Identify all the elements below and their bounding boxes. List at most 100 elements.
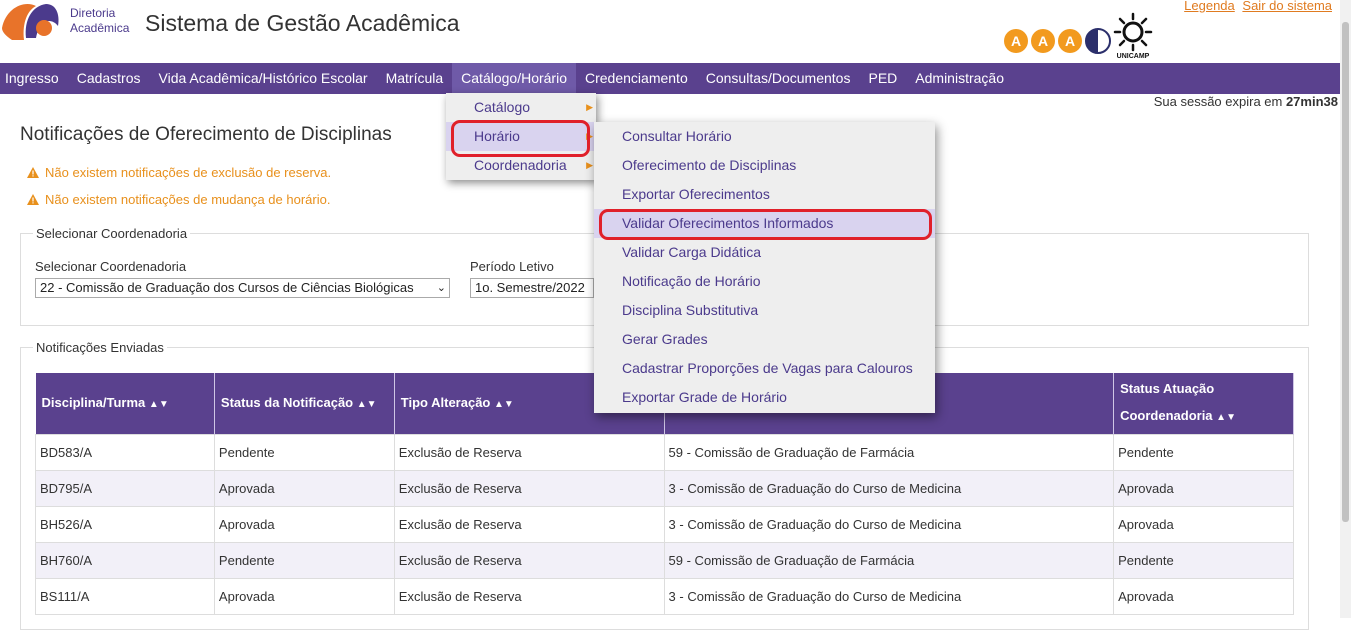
cell-status-atuacao: Aprovada bbox=[1113, 469, 1294, 507]
cell-coordenadoria: 3 - Comissão de Graduação do Curso de Me… bbox=[663, 505, 1115, 543]
font-size-a-medium-button[interactable]: A bbox=[1031, 29, 1055, 53]
font-size-a-small-button[interactable]: A bbox=[1004, 29, 1028, 53]
coord-select[interactable]: 22 - Comissão de Graduação dos Cursos de… bbox=[35, 278, 450, 298]
unicamp-text: UNICAMP bbox=[1117, 53, 1150, 60]
diretoria-academica-logo bbox=[2, 4, 59, 40]
session-timer: Sua sessão expira em 27min38 bbox=[1154, 94, 1338, 109]
nav-ingresso[interactable]: Ingresso bbox=[0, 63, 68, 94]
period-select[interactable]: 1o. Semestre/2022 bbox=[470, 278, 594, 298]
coord-select-value: 22 - Comissão de Graduação dos Cursos de… bbox=[40, 280, 414, 295]
session-text: Sua sessão expira em bbox=[1153, 94, 1286, 109]
menu-item-coordenadoria[interactable]: Coordenadoria ▶ bbox=[446, 151, 596, 180]
app-title: Sistema de Gestão Acadêmica bbox=[145, 10, 460, 36]
menu-item-oferecimento-disciplinas[interactable]: Oferecimento de Disciplinas bbox=[594, 151, 935, 180]
cell-coordenadoria: 3 - Comissão de Graduação do Curso de Me… bbox=[663, 577, 1115, 615]
font-size-a-large-button[interactable]: A bbox=[1058, 29, 1082, 53]
submenu-arrow-icon: ▶ bbox=[586, 131, 593, 141]
col-status-notificacao[interactable]: Status da Notificação ▲▼ bbox=[214, 373, 395, 434]
cell-status: Aprovada bbox=[213, 505, 395, 543]
scrollbar-thumb[interactable] bbox=[1342, 22, 1349, 522]
cell-tipo: Exclusão de Reserva bbox=[393, 469, 665, 507]
sort-icon: ▲▼ bbox=[148, 398, 169, 410]
horario-submenu: Consultar Horário Oferecimento de Discip… bbox=[594, 122, 935, 413]
cell-coordenadoria: 59 - Comissão de Graduação de Farmácia bbox=[663, 433, 1115, 471]
cell-status: Aprovada bbox=[213, 469, 395, 507]
cell-coordenadoria: 3 - Comissão de Graduação do Curso de Me… bbox=[663, 469, 1115, 507]
menu-item-exportar-oferecimentos[interactable]: Exportar Oferecimentos bbox=[594, 180, 935, 209]
menu-item-disciplina-substitutiva[interactable]: Disciplina Substitutiva bbox=[594, 296, 935, 325]
sort-icon: ▲▼ bbox=[1216, 412, 1236, 424]
cell-disciplina: BD795/A bbox=[35, 469, 215, 507]
table-row: BD583/A Pendente Exclusão de Reserva 59 … bbox=[35, 433, 1294, 471]
warning-reserve: Não existem notificações de exclusão de … bbox=[27, 165, 331, 180]
header: Diretoria Acadêmica Sistema de Gestão Ac… bbox=[0, 0, 1340, 63]
cell-status-atuacao: Pendente bbox=[1113, 433, 1294, 471]
coord-select-label: Selecionar Coordenadoria bbox=[35, 259, 187, 274]
col-disciplina-turma[interactable]: Disciplina/Turma ▲▼ bbox=[35, 373, 215, 434]
chevron-down-icon: ⌄ bbox=[436, 282, 446, 294]
unicamp-logo: UNICAMP bbox=[1113, 12, 1153, 60]
cell-tipo: Exclusão de Reserva bbox=[393, 433, 665, 471]
cell-tipo: Exclusão de Reserva bbox=[393, 541, 665, 579]
menu-item-validar-oferecimentos[interactable]: Validar Oferecimentos Informados bbox=[594, 209, 935, 238]
table-row: BS111/A Aprovada Exclusão de Reserva 3 -… bbox=[35, 577, 1294, 615]
cell-status-atuacao: Aprovada bbox=[1113, 577, 1294, 615]
page-title: Notificações de Oferecimento de Discipli… bbox=[20, 124, 392, 145]
menu-item-proporcoes-vagas[interactable]: Cadastrar Proporções de Vagas para Calou… bbox=[594, 354, 935, 383]
cell-tipo: Exclusão de Reserva bbox=[393, 505, 665, 543]
cell-tipo: Exclusão de Reserva bbox=[393, 577, 665, 615]
cell-status-atuacao: Aprovada bbox=[1113, 505, 1294, 543]
warning-reserve-text: Não existem notificações de exclusão de … bbox=[45, 165, 332, 180]
cell-disciplina: BH526/A bbox=[35, 505, 215, 543]
menu-item-validar-carga-didatica[interactable]: Validar Carga Didática bbox=[594, 238, 935, 267]
nav-catalogo-horario[interactable]: Catálogo/Horário bbox=[452, 63, 576, 94]
warning-schedule-text: Não existem notificações de mudança de h… bbox=[45, 192, 331, 207]
submenu-arrow-icon: ▶ bbox=[586, 102, 593, 112]
submenu-arrow-icon: ▶ bbox=[586, 160, 593, 170]
menu-item-horario[interactable]: Horário ▶ bbox=[446, 122, 596, 151]
top-links: Legenda Sair do sistema bbox=[1180, 0, 1332, 13]
col-status-atuacao[interactable]: Status Atuação Coordenadoria ▲▼ bbox=[1113, 373, 1294, 434]
cell-status: Aprovada bbox=[213, 577, 395, 615]
cell-disciplina: BD583/A bbox=[35, 433, 215, 471]
warning-schedule: Não existem notificações de mudança de h… bbox=[27, 192, 330, 207]
page-scrollbar[interactable] bbox=[1340, 0, 1351, 618]
menu-item-notificacao-horario[interactable]: Notificação de Horário bbox=[594, 267, 935, 296]
nav-matricula[interactable]: Matrícula bbox=[377, 63, 453, 94]
sort-icon: ▲▼ bbox=[494, 398, 514, 410]
period-select-value: 1o. Semestre/2022 bbox=[475, 280, 585, 295]
contrast-toggle-icon[interactable] bbox=[1085, 28, 1111, 54]
table-row: BH526/A Aprovada Exclusão de Reserva 3 -… bbox=[35, 505, 1294, 543]
cell-status: Pendente bbox=[213, 541, 395, 579]
cell-disciplina: BH760/A bbox=[35, 541, 215, 579]
nav-vida-academica[interactable]: Vida Acadêmica/Histórico Escolar bbox=[150, 63, 377, 94]
main-nav: Ingresso Cadastros Vida Acadêmica/Histór… bbox=[0, 63, 1340, 94]
menu-item-exportar-grade[interactable]: Exportar Grade de Horário bbox=[594, 383, 935, 412]
menu-item-catalogo[interactable]: Catálogo ▶ bbox=[446, 93, 596, 122]
diretoria-line1: Diretoria bbox=[70, 6, 116, 20]
table-row: BD795/A Aprovada Exclusão de Reserva 3 -… bbox=[35, 469, 1294, 507]
cell-disciplina: BS111/A bbox=[35, 577, 215, 615]
warning-icon bbox=[27, 167, 39, 178]
diretoria-line2: Acadêmica bbox=[70, 21, 130, 35]
cell-status-atuacao: Pendente bbox=[1113, 541, 1294, 579]
cell-status: Pendente bbox=[213, 433, 395, 471]
menu-item-gerar-grades[interactable]: Gerar Grades bbox=[594, 325, 935, 354]
catalogo-horario-menu: Catálogo ▶ Horário ▶ Coordenadoria ▶ bbox=[446, 93, 596, 180]
notifications-legend: Notificações Enviadas bbox=[36, 340, 164, 355]
nav-consultas-documentos[interactable]: Consultas/Documentos bbox=[697, 63, 860, 94]
period-select-label: Período Letivo bbox=[470, 259, 554, 274]
sort-icon: ▲▼ bbox=[356, 398, 377, 410]
session-time: 27min38 bbox=[1285, 94, 1338, 109]
cell-coordenadoria: 59 - Comissão de Graduação de Farmácia bbox=[663, 541, 1115, 579]
diretoria-label: Diretoria Acadêmica bbox=[70, 6, 129, 36]
logout-link[interactable]: Sair do sistema bbox=[1242, 0, 1332, 13]
nav-ped[interactable]: PED bbox=[859, 63, 906, 94]
nav-administracao[interactable]: Administração bbox=[906, 63, 1013, 94]
nav-credenciamento[interactable]: Credenciamento bbox=[576, 63, 697, 94]
table-row: BH760/A Pendente Exclusão de Reserva 59 … bbox=[35, 541, 1294, 579]
menu-item-consultar-horario[interactable]: Consultar Horário bbox=[594, 122, 935, 151]
contrast-controls: A A A bbox=[1004, 28, 1111, 54]
nav-cadastros[interactable]: Cadastros bbox=[68, 63, 150, 94]
legend-link[interactable]: Legenda bbox=[1184, 0, 1235, 13]
